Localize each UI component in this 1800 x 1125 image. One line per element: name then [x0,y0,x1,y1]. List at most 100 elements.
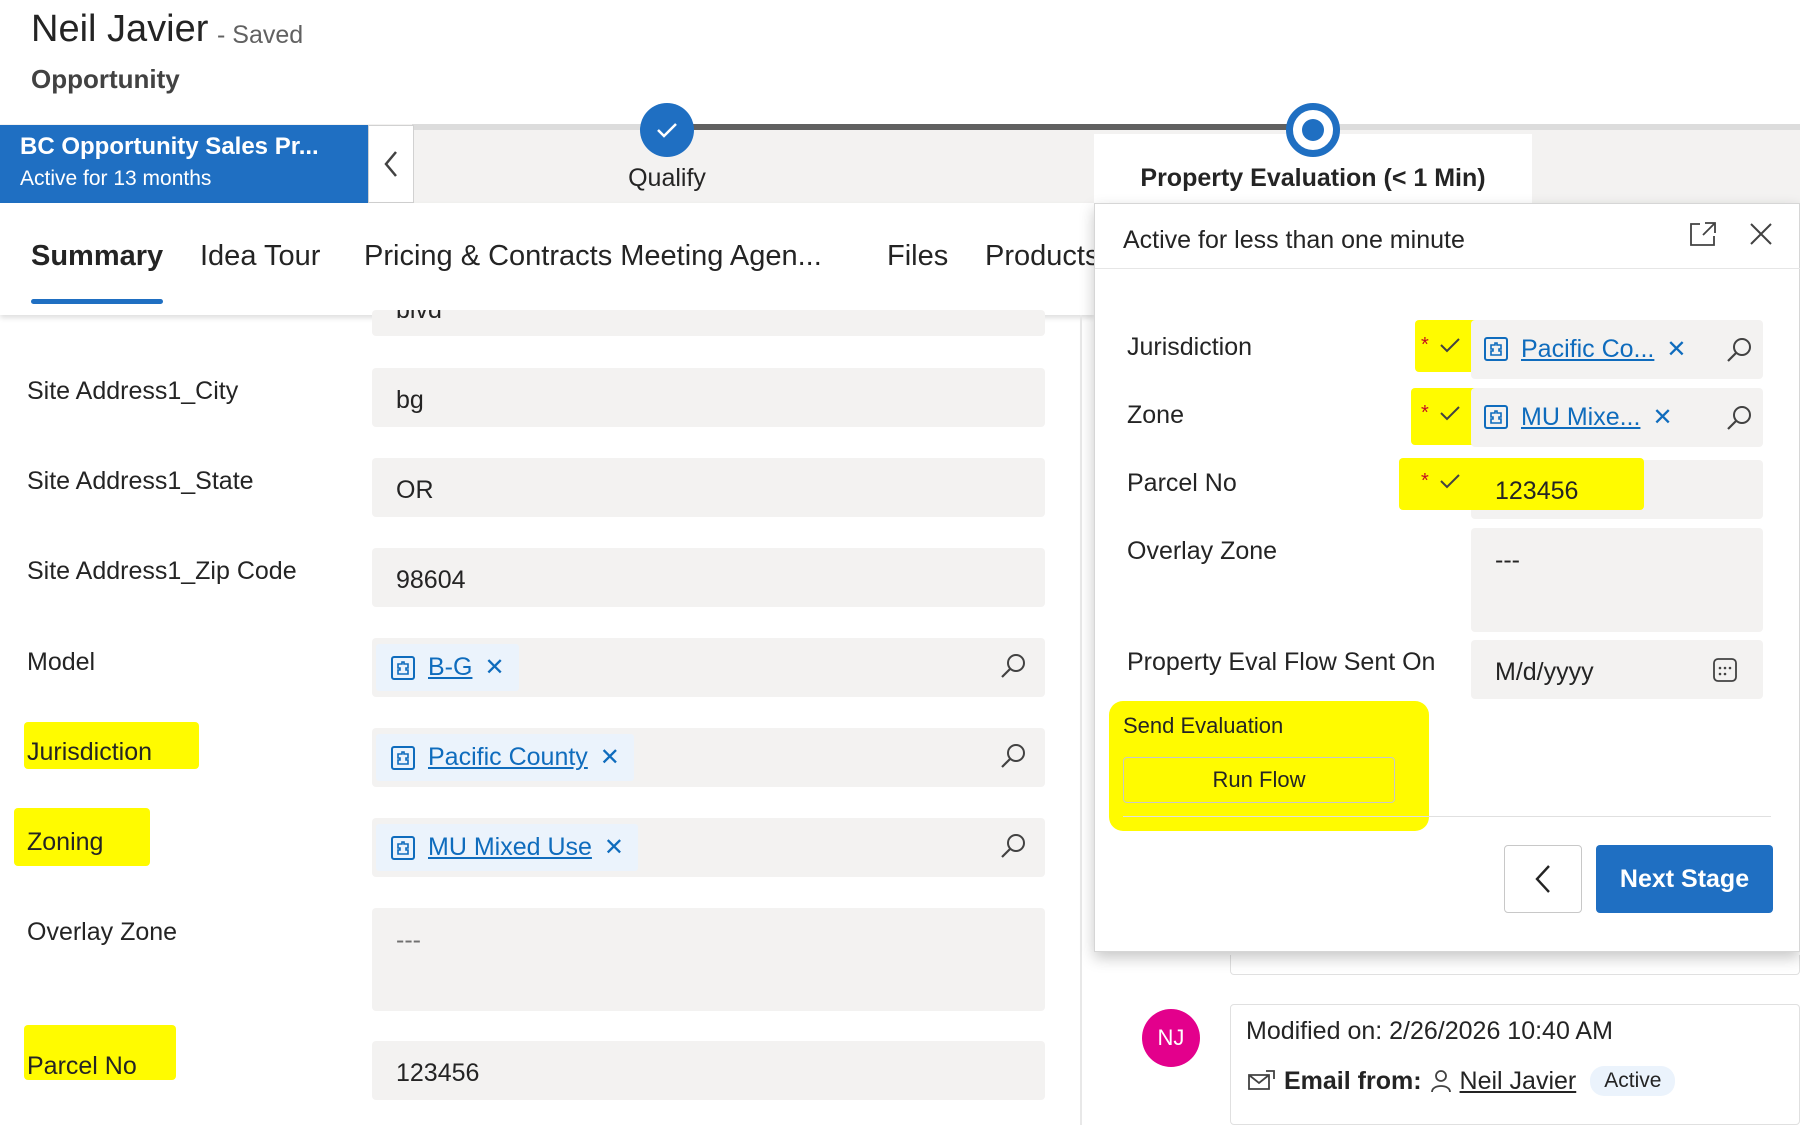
parcel-no-value: 123456 [396,1059,480,1087]
stage-active-indicator[interactable] [1286,103,1340,157]
calendar-icon[interactable] [1711,656,1739,684]
dismiss-icon[interactable]: ✕ [600,743,620,772]
process-selector[interactable]: BC Opportunity Sales Pr... Active for 13… [0,125,368,203]
zoning-lookup-field[interactable]: MU Mixed Use ✕ [372,818,1045,877]
tab-pricing-contracts[interactable]: Pricing & Contracts Meeting Agen... [364,240,822,273]
site-zip-value: 98604 [396,566,466,594]
search-icon[interactable] [999,742,1027,770]
lookup-entity-icon [391,745,415,770]
send-evaluation-label: Send Evaluation [1123,713,1284,738]
tab-summary[interactable]: Summary [31,240,163,273]
stage-qualify-indicator[interactable] [640,103,694,157]
site-city-field[interactable]: bg [372,368,1045,427]
flyout-jurisdiction-chip[interactable]: Pacific Co... ✕ [1483,328,1686,370]
flyout-parcel-no-value: 123456 [1495,477,1579,505]
flyout-eval-sent-on-field[interactable]: M/d/yyyy [1471,640,1763,699]
dismiss-icon[interactable]: ✕ [1666,335,1686,364]
lookup-entity-icon [391,655,415,680]
overlay-zone-value: --- [396,926,421,954]
person-icon [1430,1070,1451,1093]
model-lookup-field[interactable]: B-G ✕ [372,638,1045,697]
parcel-no-label: Parcel No [27,1052,137,1080]
tab-idea-tour[interactable]: Idea Tour [200,240,320,273]
search-icon[interactable] [1725,404,1753,432]
site-state-field[interactable]: OR [372,458,1045,517]
run-flow-button[interactable]: Run Flow [1123,757,1395,803]
stage-active-inner-dot [1302,119,1324,141]
flyout-overlay-zone-value: --- [1495,546,1520,574]
site-zip-field[interactable]: 98604 [372,548,1045,607]
flyout-zone-link[interactable]: MU Mixe... [1521,403,1640,432]
timeline-modified-on: Modified on: 2/26/2026 10:40 AM [1246,1017,1613,1045]
flyout-jurisdiction-lookup[interactable]: Pacific Co... ✕ [1471,320,1763,379]
flyout-footer-divider [1123,816,1771,817]
flyout-header-divider [1095,268,1800,269]
flyout-zone-chip[interactable]: MU Mixe... ✕ [1483,396,1673,438]
site-city-value: bg [396,386,424,414]
required-indicator: * [1421,334,1429,356]
tab-files[interactable]: Files [887,240,948,273]
stage-active-duration: Active for less than one minute [1123,226,1465,254]
date-placeholder: M/d/yyyy [1495,658,1594,686]
email-from-name-link[interactable]: Neil Javier [1460,1067,1577,1096]
jurisdiction-lookup-chip[interactable]: Pacific County ✕ [376,734,634,781]
stage-property-evaluation-label[interactable]: Property Evaluation (< 1 Min) [1094,164,1532,193]
search-icon[interactable] [999,832,1027,860]
next-stage-button[interactable]: Next Stage [1596,845,1773,913]
stage-flyout: Active for less than one minute Jurisdic… [1094,203,1800,952]
site-state-label: Site Address1_State [27,467,254,495]
stage-qualify-label[interactable]: Qualify [620,164,714,193]
dismiss-icon[interactable]: ✕ [1652,403,1672,432]
dismiss-icon[interactable]: ✕ [484,653,504,682]
dismiss-icon[interactable]: ✕ [604,833,624,862]
close-icon[interactable] [1747,220,1775,248]
process-name: BC Opportunity Sales Pr... [20,133,319,160]
zoning-lookup-link[interactable]: MU Mixed Use [428,833,592,862]
parcel-no-field[interactable]: 123456 [372,1041,1045,1100]
flyout-jurisdiction-label: Jurisdiction [1127,333,1253,361]
collapse-process-button[interactable] [368,125,414,203]
timeline-email-row: Email from: Neil Javier Active [1246,1066,1676,1096]
required-indicator: * [1421,402,1429,424]
zoning-lookup-chip[interactable]: MU Mixed Use ✕ [376,824,639,871]
form-tabs: Summary Idea Tour Pricing & Contracts Me… [0,203,1094,315]
avatar[interactable]: NJ [1142,1009,1200,1067]
search-icon[interactable] [999,652,1027,680]
active-tab-indicator [31,299,163,304]
flyout-zone-lookup[interactable]: MU Mixe... ✕ [1471,388,1763,447]
status-badge: Active [1590,1066,1676,1096]
process-duration: Active for 13 months [20,167,212,190]
jurisdiction-lookup-link[interactable]: Pacific County [428,743,588,772]
timeline-card-partial [1230,955,1800,975]
flyout-overlay-zone-label: Overlay Zone [1127,537,1278,565]
overlay-zone-field[interactable]: --- [372,908,1045,1011]
site-zip-label: Site Address1_Zip Code [27,557,297,585]
site-state-value: OR [396,476,434,504]
lookup-entity-icon [1484,405,1508,429]
required-indicator: * [1421,470,1429,492]
search-icon[interactable] [1725,336,1753,364]
model-lookup-link[interactable]: B-G [428,653,472,682]
expand-icon[interactable] [1688,220,1718,248]
checkmark-icon [1440,406,1460,421]
chevron-left-icon [384,151,397,177]
flyout-eval-sent-on-label: Property Eval Flow Sent On [1127,648,1436,676]
stage-connector [690,124,1310,130]
overlay-zone-label: Overlay Zone [27,918,178,946]
checkmark-icon [1440,338,1460,353]
email-icon [1248,1070,1275,1090]
street-field-partial[interactable]: blvd [372,310,1045,336]
jurisdiction-lookup-field[interactable]: Pacific County ✕ [372,728,1045,787]
column-divider [1080,315,1082,1125]
model-lookup-chip[interactable]: B-G ✕ [376,644,519,691]
site-city-label: Site Address1_City [27,377,239,405]
flyout-overlay-zone-field[interactable]: --- [1471,528,1763,632]
previous-stage-button[interactable] [1504,845,1582,913]
save-status: - Saved [217,21,304,49]
tab-products[interactable]: Products [985,240,1094,273]
email-from-label: Email from: [1284,1066,1422,1095]
flyout-jurisdiction-link[interactable]: Pacific Co... [1521,335,1654,364]
street-field-value: blvd [396,310,442,324]
record-title: Neil Javier [31,8,209,50]
checkmark-icon [657,123,677,138]
